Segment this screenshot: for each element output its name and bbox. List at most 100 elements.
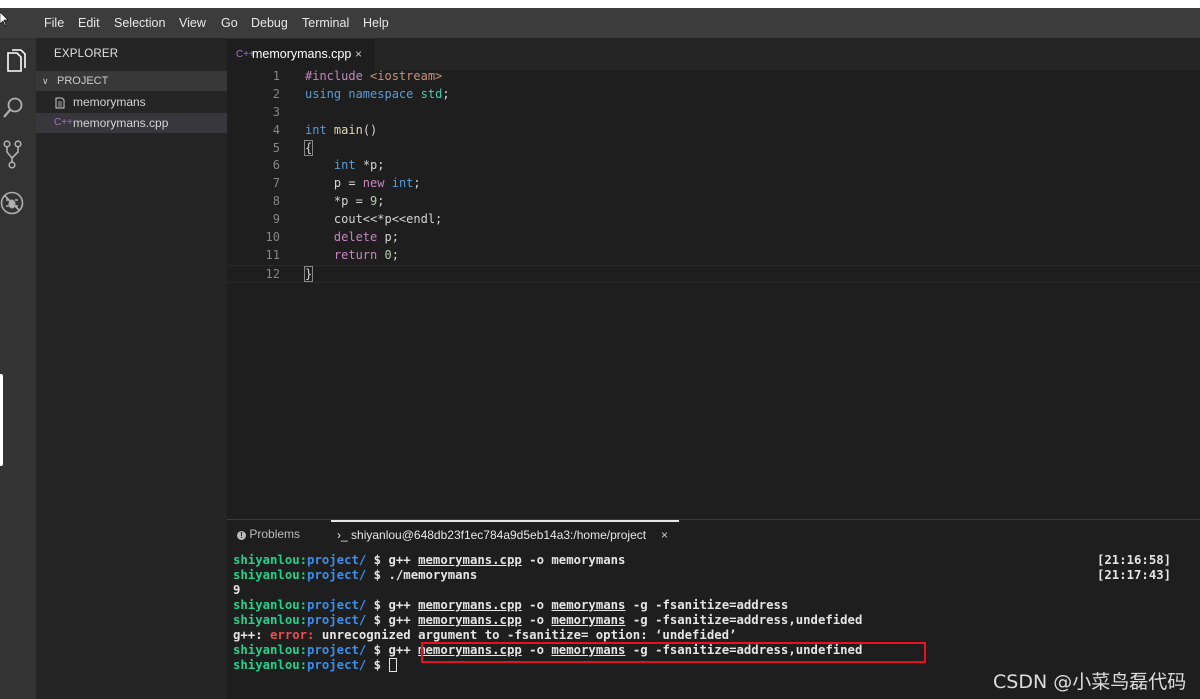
source-control-icon[interactable] (0, 139, 36, 171)
terminal-line: shiyanlou:project/ $ ./memorymans [21:17:… (233, 568, 1193, 583)
file-item-memorymans-cpp[interactable]: C++ memorymans.cpp (36, 113, 227, 133)
tab-terminal-label: shiyanlou@648db23f1ec784a9d5eb14a3:/home… (351, 528, 647, 542)
editor-area: C++ memorymans.cpp × 1 #include <iostrea… (227, 38, 1200, 519)
mouse-cursor-icon (0, 12, 8, 26)
terminal-command: g++ (388, 553, 419, 567)
menu-file[interactable]: File (44, 16, 64, 30)
terminal-prompt: $ (366, 613, 389, 627)
extensions-icon[interactable] (0, 187, 36, 219)
menu-view[interactable]: View (179, 16, 206, 30)
terminal-error: error: (270, 628, 315, 642)
menu-help[interactable]: Help (363, 16, 389, 30)
terminal-command: -o memorymans (521, 553, 626, 567)
explorer-title: EXPLORER (54, 48, 119, 60)
menu-go[interactable]: Go (221, 16, 238, 30)
code-line: 8 *p = 9; (227, 193, 1200, 211)
code-text: { (303, 139, 314, 156)
terminal-command: ./memorymans (388, 568, 478, 582)
terminal-cursor (388, 658, 397, 672)
code-text: cout<<*p<<endl; (305, 212, 443, 227)
terminal-prompt: $ (366, 598, 389, 612)
terminal-line: shiyanlou:project/ $ g++ memorymans.cpp … (233, 598, 1193, 613)
window-top-strip (0, 0, 1200, 8)
terminal-command: -g -fsanitize=address (625, 598, 789, 612)
terminal-prompt: $ (366, 658, 389, 672)
line-number: 11 (265, 247, 280, 262)
info-icon: ! (237, 531, 246, 540)
terminal-line: shiyanlou:project/ $ g++ memorymans.cpp … (233, 553, 1193, 568)
code-line: 10 delete p; (227, 229, 1200, 247)
code-text: p = new int; (305, 176, 421, 191)
file-name: memorymans.cpp (73, 116, 169, 130)
menu-terminal[interactable]: Terminal (302, 16, 349, 30)
code-line: 1 #include <iostream> (227, 68, 1200, 86)
terminal-path: project/ (307, 598, 367, 612)
terminal-command: memorymans.cpp (418, 553, 522, 567)
terminal-command: -o (521, 613, 552, 627)
terminal-path: project/ (307, 643, 367, 657)
code-line: 4 int main() (227, 122, 1200, 140)
line-number: 8 (272, 194, 280, 209)
tab-memorymans-cpp[interactable]: C++ memorymans.cpp × (227, 38, 375, 70)
highlight-box (421, 642, 926, 663)
line-number: 1 (272, 69, 280, 83)
terminal-command: -g -fsanitize=address,undefided (625, 613, 863, 627)
editor-tab-bar: C++ memorymans.cpp × (227, 38, 1200, 70)
close-icon[interactable]: × (355, 47, 362, 61)
terminal-path: project/ (307, 553, 367, 567)
file-name: memorymans (73, 95, 146, 109)
terminal-user: shiyanlou: (233, 613, 308, 627)
close-icon[interactable]: × (661, 528, 668, 542)
code-text: #include <iostream> (305, 69, 443, 83)
terminal-icon: ›_ (337, 528, 348, 542)
line-number: 10 (265, 230, 280, 245)
explorer-sidebar: EXPLORER ∨ PROJECT memorymans C++ memory… (36, 38, 227, 699)
terminal-path: project/ (307, 613, 367, 627)
terminal-command: memorymans (551, 613, 626, 627)
terminal-timestamp: [21:16:58] (1097, 553, 1172, 567)
terminal-user: shiyanlou: (233, 643, 308, 657)
terminal-command: g++ (388, 613, 419, 627)
menu-selection[interactable]: Selection (114, 16, 165, 30)
terminal-timestamp: [21:17:43] (1097, 568, 1172, 582)
file-item-memorymans[interactable]: memorymans (36, 92, 227, 112)
line-number: 4 (272, 122, 280, 137)
terminal-path: project/ (307, 658, 367, 672)
line-number: 5 (272, 140, 280, 155)
terminal-user: shiyanlou: (233, 568, 308, 582)
menu-debug[interactable]: Debug (251, 16, 288, 30)
code-editor[interactable]: 1 #include <iostream> 2 using namespace … (227, 68, 1200, 283)
search-icon[interactable] (0, 92, 36, 124)
scroll-handle[interactable] (0, 374, 3, 466)
terminal-command: memorymans (551, 598, 626, 612)
terminal-command: g++ (388, 598, 419, 612)
line-number: 3 (272, 104, 280, 119)
cpp-file-icon: C++ (54, 117, 73, 128)
tab-problems[interactable]: ! Problems (237, 527, 300, 541)
terminal-command: -o (521, 598, 552, 612)
project-section-label: PROJECT (57, 75, 109, 87)
code-text: int main() (305, 122, 378, 137)
files-icon[interactable] (0, 46, 36, 78)
code-text: } (303, 265, 314, 282)
terminal-path: project/ (307, 568, 367, 582)
code-line: 5 { (227, 139, 1200, 158)
terminal-command: memorymans.cpp (418, 598, 522, 612)
terminal-prompt: $ (366, 568, 389, 582)
file-icon (55, 97, 65, 109)
tab-terminal[interactable]: ›_ shiyanlou@648db23f1ec784a9d5eb14a3:/h… (331, 520, 679, 547)
line-number: 2 (272, 86, 280, 101)
terminal-command: memorymans.cpp (418, 613, 522, 627)
menu-edit[interactable]: Edit (78, 16, 100, 30)
line-number: 9 (272, 212, 280, 227)
line-number: 6 (272, 158, 280, 173)
code-text: int *p; (333, 158, 385, 173)
project-section-header[interactable]: ∨ PROJECT (36, 71, 227, 91)
tab-label: memorymans.cpp (252, 47, 352, 61)
terminal-line: 9 (233, 583, 1193, 598)
code-text: delete p; (333, 230, 399, 245)
code-line: 9 cout<<*p<<endl; (227, 211, 1200, 229)
code-line-current: 12 } (227, 264, 1200, 283)
code-line: 2 using namespace std; (227, 86, 1200, 104)
terminal-output-text: 9 (233, 583, 241, 597)
